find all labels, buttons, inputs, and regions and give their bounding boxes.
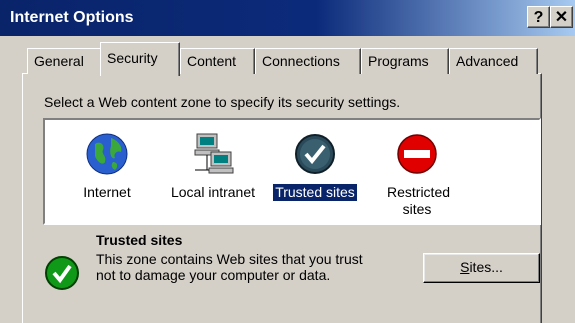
zone-internet[interactable]: Internet — [57, 132, 157, 201]
zone-local-intranet[interactable]: Local intranet — [163, 132, 263, 201]
tab-security[interactable]: Security — [100, 42, 180, 76]
zone-restricted-sites[interactable]: Restricted sites — [367, 132, 467, 218]
checkmark-circle-icon — [44, 255, 80, 291]
computers-network-icon — [191, 132, 235, 176]
zone-label: Local intranet — [170, 184, 256, 200]
zone-list[interactable]: Internet Local intranet Trusted sites Re… — [43, 118, 541, 225]
tab-advanced[interactable]: Advanced — [449, 48, 538, 74]
tab-general[interactable]: General — [27, 48, 104, 74]
checkmark-icon — [293, 132, 337, 176]
title-bar[interactable]: Internet Options ? ✕ — [0, 0, 575, 36]
zone-label: Trusted sites — [272, 183, 358, 202]
window-title: Internet Options — [10, 9, 134, 26]
close-button[interactable]: ✕ — [550, 6, 573, 28]
zone-instruction: Select a Web content zone to specify its… — [44, 94, 401, 110]
tab-programs[interactable]: Programs — [361, 48, 449, 74]
help-button[interactable]: ? — [527, 6, 550, 28]
tab-connections[interactable]: Connections — [255, 48, 361, 74]
no-entry-icon — [395, 132, 439, 176]
sites-button-label: ites... — [469, 259, 503, 275]
zone-label: Internet — [83, 184, 131, 200]
sites-button[interactable]: Sites... — [423, 253, 540, 283]
tab-content[interactable]: Content — [180, 48, 255, 74]
selected-zone-description: This zone contains Web sites that you tr… — [96, 251, 363, 283]
zone-trusted-sites[interactable]: Trusted sites — [265, 132, 365, 202]
globe-icon — [85, 132, 129, 176]
zone-label: Restricted sites — [387, 184, 451, 217]
selected-zone-title: Trusted sites — [96, 232, 183, 248]
